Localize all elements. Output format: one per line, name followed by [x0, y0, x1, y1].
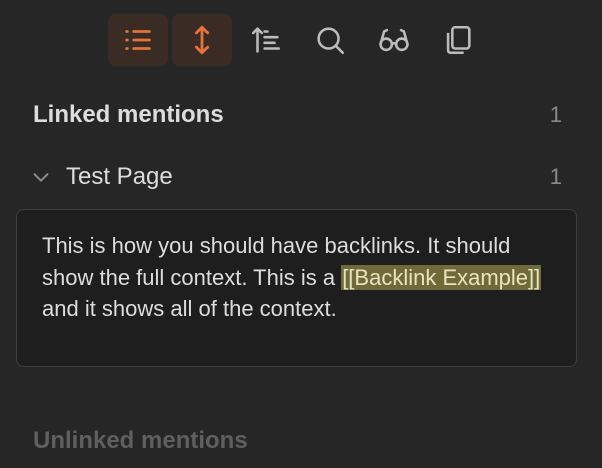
backlink-context-snippet[interactable]: This is how you should have backlinks. I… [16, 209, 577, 367]
show-more-context-button[interactable] [172, 14, 232, 66]
backlink-link-highlight[interactable]: [[Backlink Example]] [341, 264, 542, 290]
copy-icon [446, 25, 471, 55]
unlinked-mentions-title[interactable]: Unlinked mentions [33, 427, 248, 455]
backlink-file-row[interactable]: Test Page 1 [30, 160, 562, 194]
linked-mentions-title: Linked mentions [33, 101, 224, 128]
backlinks-panel: Linked mentions 1 Test Page 1 This is ho… [0, 0, 602, 468]
expand-vertical-icon [194, 25, 210, 55]
linked-mentions-header[interactable]: Linked mentions 1 [33, 98, 562, 132]
unlinked-mentions-header[interactable]: Unlinked mentions [33, 424, 562, 458]
glasses-icon [379, 28, 409, 52]
linked-mentions-count: 1 [549, 102, 562, 127]
list-icon [125, 30, 151, 50]
copy-button[interactable] [428, 14, 488, 66]
sort-icon [251, 27, 281, 53]
search-button[interactable] [300, 14, 360, 66]
backlinks-toolbar [108, 14, 488, 66]
collapse-results-button[interactable] [108, 14, 168, 66]
backlink-file-title[interactable]: Test Page [66, 163, 550, 191]
toggle-view-button[interactable] [364, 14, 424, 66]
chevron-down-icon[interactable] [30, 166, 52, 188]
snippet-text-after: and it shows all of the context. [42, 296, 337, 321]
backlink-file-count: 1 [549, 164, 562, 189]
change-sort-order-button[interactable] [236, 14, 296, 66]
search-icon [317, 27, 345, 55]
